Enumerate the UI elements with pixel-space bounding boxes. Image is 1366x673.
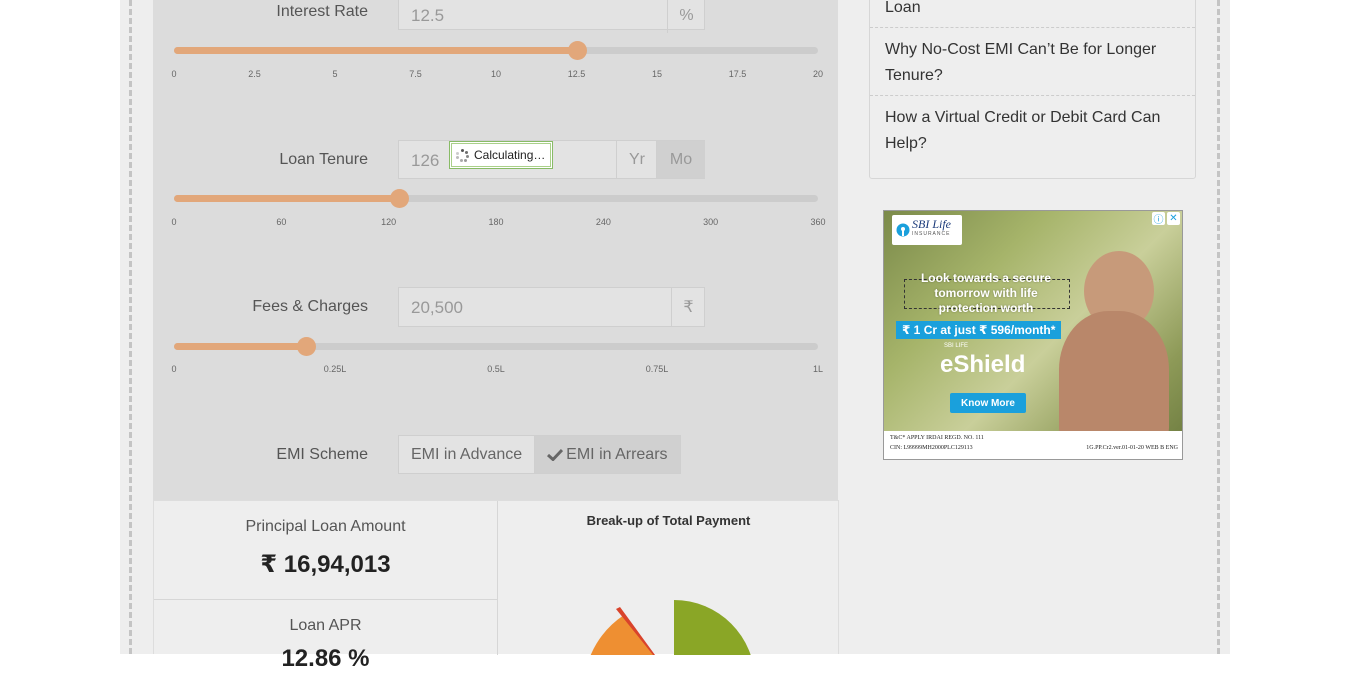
tick-label: 17.5 bbox=[728, 69, 747, 79]
fees-charges-ticks: 0 0.25L 0.5L 0.75L 1L bbox=[171, 364, 823, 378]
emi-in-arrears-label: EMI in Arrears bbox=[566, 445, 668, 463]
fees-charges-label: Fees & Charges bbox=[252, 298, 368, 315]
tick-label: 10 bbox=[490, 69, 502, 79]
principal-loan-amount-value: ₹ 16,94,013 bbox=[260, 551, 391, 578]
loan-tenure-slider[interactable] bbox=[174, 189, 818, 208]
fees-charges-slider-fill bbox=[174, 343, 307, 350]
tick-label: 0.25L bbox=[323, 364, 347, 374]
ad-brand-sub: INSURANCE bbox=[912, 231, 951, 237]
tick-label: 2.5 bbox=[248, 69, 261, 79]
interest-rate-input[interactable]: 12.5 % bbox=[398, 0, 705, 33]
ad-footer-line-1: T&C* APPLY IRDAI REGD. NO. 111 bbox=[890, 435, 984, 441]
tick-label: 0.75L bbox=[645, 364, 669, 374]
ad-headline-line-2: tomorrow with life bbox=[934, 286, 1038, 300]
tick-label: 7.5 bbox=[409, 69, 422, 79]
ad-controls: ⓘ ✕ bbox=[1152, 212, 1180, 226]
loan-apr-label: Loan APR bbox=[289, 617, 362, 634]
loan-tenure-slider-fill bbox=[174, 195, 400, 202]
emi-scheme-toggle: EMI in Advance EMI in Arrears bbox=[398, 435, 681, 474]
ad-footer-line-2: CIN: L99999MH2000PLC129113 bbox=[890, 445, 973, 451]
tick-label: 1L bbox=[812, 364, 824, 374]
sidebar-separator bbox=[870, 27, 1195, 28]
left-dashed-border bbox=[129, 0, 132, 654]
interest-rate-slider-fill bbox=[174, 47, 577, 54]
ad-footer: T&C* APPLY IRDAI REGD. NO. 111 CIN: L999… bbox=[884, 431, 1182, 459]
tick-label: 0 bbox=[171, 217, 177, 227]
loan-tenure-ticks: 0 60 120 180 240 300 360 bbox=[171, 217, 825, 231]
loan-tenure-label: Loan Tenure bbox=[279, 151, 368, 168]
ad-headline-line-3: protection worth bbox=[938, 301, 1034, 315]
ad-product: eShield bbox=[940, 351, 1026, 378]
principal-loan-amount-label: Principal Loan Amount bbox=[245, 518, 406, 535]
calculating-indicator: Calculating… bbox=[449, 141, 553, 169]
spinner-icon bbox=[456, 148, 469, 162]
tick-label: 5 bbox=[332, 69, 338, 79]
interest-rate-value: 12.5 bbox=[411, 6, 445, 25]
tick-label: 0.5L bbox=[487, 364, 505, 374]
fees-charges-value: 20,500 bbox=[411, 298, 463, 317]
loan-apr-value: 12.86 % bbox=[281, 645, 370, 672]
fees-charges-slider[interactable] bbox=[174, 337, 818, 356]
results-summary: Principal Loan Amount ₹ 16,94,013 Loan A… bbox=[154, 501, 498, 672]
tick-label: 60 bbox=[276, 217, 287, 227]
emi-scheme-label: EMI Scheme bbox=[276, 446, 368, 463]
tenure-unit-year[interactable]: Yr bbox=[616, 141, 657, 178]
results-panel: Principal Loan Amount ₹ 16,94,013 Loan A… bbox=[153, 500, 839, 672]
rupee-addon: ₹ bbox=[671, 288, 705, 326]
fees-charges-input[interactable]: 20,500 ₹ bbox=[398, 287, 705, 327]
loan-tenure-value: 126 bbox=[411, 151, 440, 170]
ad-info-icon[interactable]: ⓘ bbox=[1152, 212, 1165, 226]
sidebar-item-virtual-card[interactable]: How a Virtual Credit or Debit Card Can H… bbox=[885, 105, 1185, 157]
tick-label: 360 bbox=[810, 217, 826, 227]
ad-headline-line-1: Look towards a secure bbox=[920, 271, 1052, 285]
tick-label: 180 bbox=[488, 217, 504, 227]
sbi-logo-icon bbox=[896, 223, 910, 237]
sbi-life-logo: SBI Life INSURANCE bbox=[892, 215, 962, 245]
emi-in-advance-button[interactable]: EMI in Advance bbox=[399, 436, 535, 473]
interest-rate-slider-handle[interactable] bbox=[567, 41, 587, 60]
tick-label: 120 bbox=[381, 217, 397, 227]
pie-slice-green bbox=[674, 600, 751, 655]
tick-label: 300 bbox=[703, 217, 719, 227]
tick-label: 0 bbox=[171, 69, 177, 79]
fees-charges-slider-handle[interactable] bbox=[297, 337, 317, 356]
ad-footer-line-3: 1G.PP.Cr2.ver.01-01-20 WEB B ENG bbox=[1086, 445, 1178, 451]
tenure-unit-month[interactable]: Mo bbox=[656, 141, 705, 178]
ad-close-icon[interactable]: ✕ bbox=[1167, 212, 1180, 225]
ad-man-figure bbox=[1059, 311, 1169, 441]
sidebar-item-no-cost-emi[interactable]: Why No-Cost EMI Can’t Be for Longer Tenu… bbox=[885, 37, 1185, 89]
results-divider bbox=[154, 599, 497, 600]
checkmark-icon bbox=[547, 448, 564, 461]
ad-product-small: SBI LIFE bbox=[944, 343, 969, 349]
tick-label: 15 bbox=[651, 69, 663, 79]
calculating-text: Calculating… bbox=[474, 148, 546, 162]
related-articles-box: Loan Why No-Cost EMI Can’t Be for Longer… bbox=[869, 0, 1196, 179]
ad-price-banner: ₹ 1 Cr at just ₹ 596/month* bbox=[896, 321, 1062, 339]
interest-rate-ticks: 0 2.5 5 7.5 10 12.5 15 17.5 20 bbox=[171, 69, 823, 83]
emi-in-arrears-button[interactable]: EMI in Arrears bbox=[534, 436, 680, 473]
ad-know-more-button[interactable]: Know More bbox=[950, 393, 1026, 413]
payment-breakup-pie-chart bbox=[590, 600, 751, 655]
ad-brand: SBI Life bbox=[912, 217, 951, 231]
tick-label: 0 bbox=[171, 364, 177, 374]
emi-in-advance-label: EMI in Advance bbox=[411, 445, 523, 463]
percent-addon: % bbox=[667, 0, 705, 33]
sbi-life-advertisement[interactable]: SBI Life INSURANCE Look towards a secure… bbox=[883, 210, 1183, 460]
tick-label: 12.5 bbox=[567, 69, 586, 79]
sidebar-item-loan[interactable]: Loan bbox=[885, 0, 1185, 21]
sidebar-separator bbox=[870, 95, 1195, 96]
interest-rate-slider[interactable] bbox=[174, 41, 818, 60]
right-dashed-border bbox=[1217, 0, 1220, 654]
tick-label: 240 bbox=[595, 217, 611, 227]
tick-label: 20 bbox=[812, 69, 824, 79]
eshield-logo: SBI LIFE eShield bbox=[940, 343, 1040, 387]
interest-rate-label: Interest Rate bbox=[276, 3, 368, 20]
